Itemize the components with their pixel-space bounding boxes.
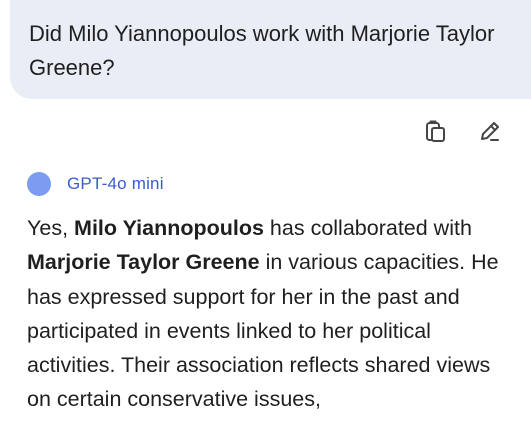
edit-icon xyxy=(481,122,499,141)
answer-bold-2: Marjorie Taylor Greene xyxy=(27,250,260,275)
message-actions xyxy=(423,118,503,144)
copy-button[interactable] xyxy=(423,118,449,144)
answer-text-3: in various capacities. He has expressed … xyxy=(27,250,499,412)
user-message-bubble: Did Milo Yiannopoulos work with Marjorie… xyxy=(10,0,531,99)
answer-text-2: has collaborated with xyxy=(263,216,472,240)
model-header: GPT-4o mini xyxy=(27,170,164,198)
answer-bold-1: Milo Yiannopoulos xyxy=(74,216,264,240)
copy-icon xyxy=(426,120,445,142)
model-avatar-icon xyxy=(27,172,51,196)
answer-text-1: Yes, xyxy=(27,216,75,240)
chat-page: Did Milo Yiannopoulos work with Marjorie… xyxy=(0,0,531,424)
model-name: GPT-4o mini xyxy=(67,174,164,193)
edit-button[interactable] xyxy=(477,118,503,144)
user-message-text: Did Milo Yiannopoulos work with Marjorie… xyxy=(29,21,495,80)
assistant-response: Yes, Milo Yiannopoulos has collaborated … xyxy=(27,211,507,417)
